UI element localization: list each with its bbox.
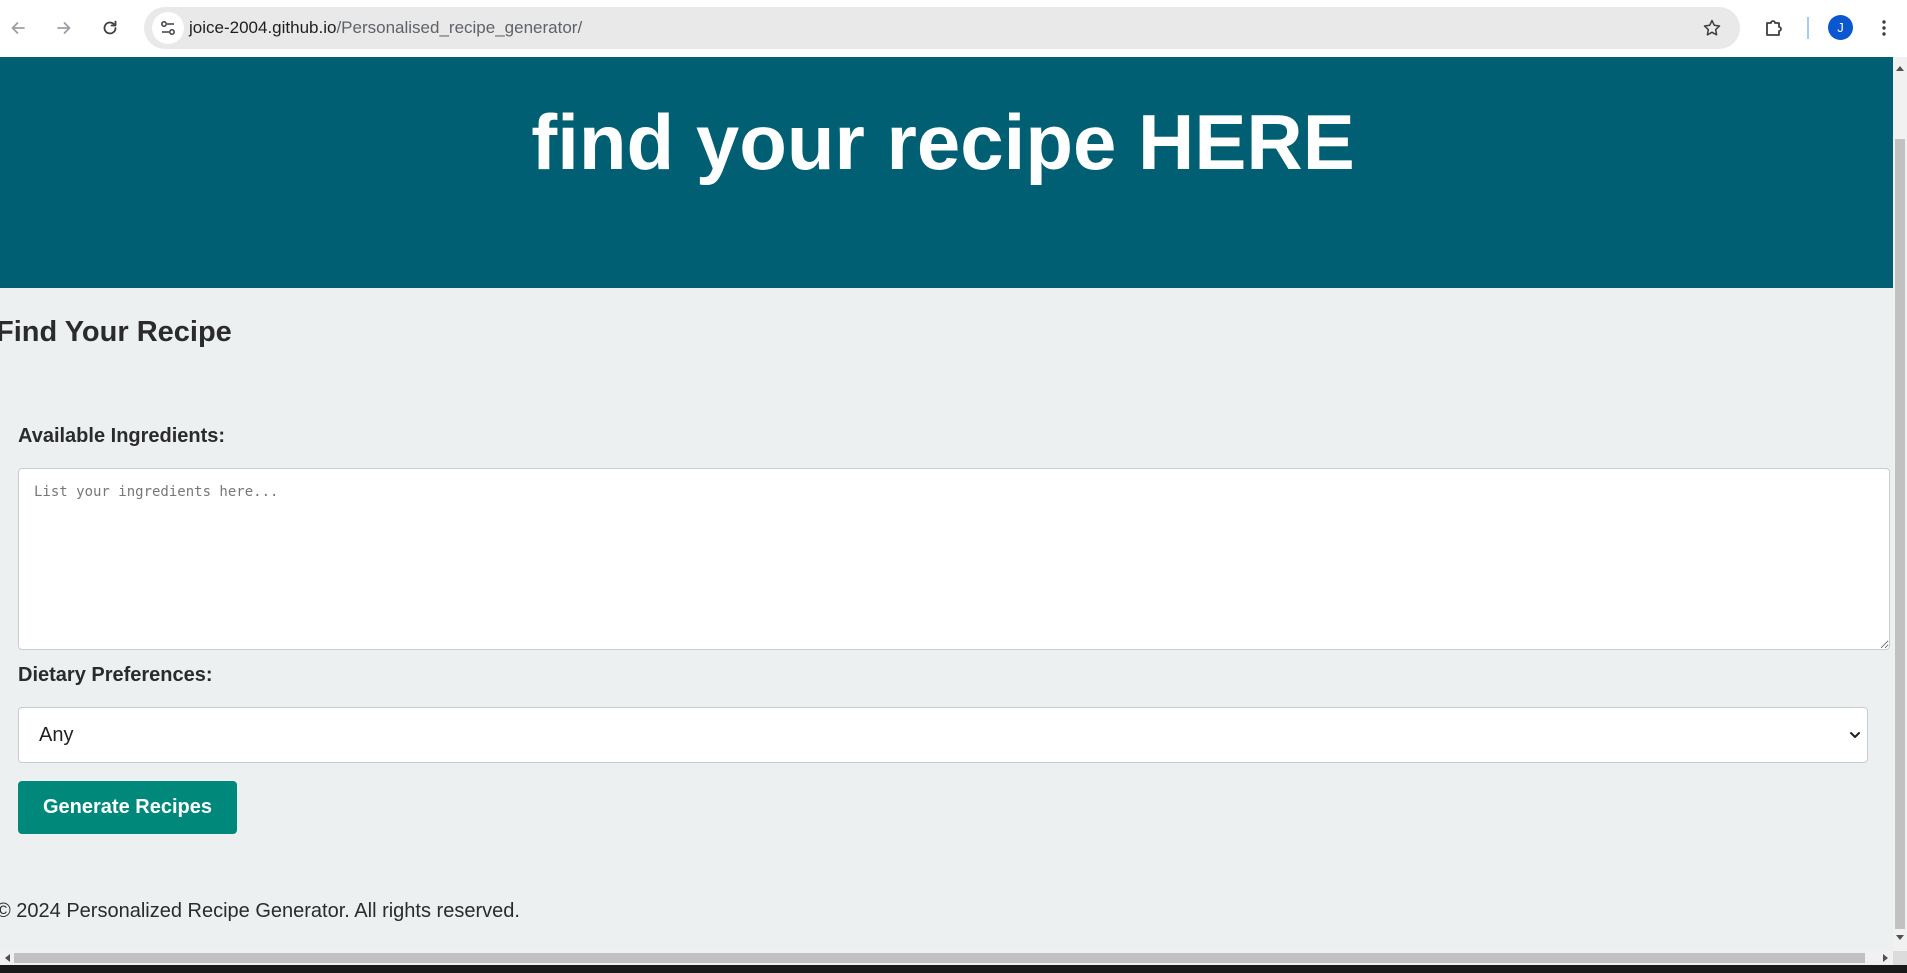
ingredients-textarea[interactable] [18, 468, 1890, 650]
scroll-up-arrow-icon[interactable] [1893, 61, 1907, 75]
reload-button[interactable] [96, 14, 124, 42]
browser-toolbar: joice-2004.github.io/Personalised_recipe… [0, 0, 1907, 57]
scroll-left-arrow-icon[interactable] [0, 951, 14, 965]
star-icon [1703, 19, 1721, 36]
dietary-selected-value: Any [39, 724, 74, 746]
footer-copyright: © 2024 Personalized Recipe Generator. Al… [0, 900, 520, 922]
reload-icon [103, 20, 117, 35]
hero-title: find your recipe HERE [531, 98, 1355, 186]
hero-banner: find your recipe HERE [0, 57, 1893, 288]
horizontal-scroll-thumb[interactable] [14, 953, 1865, 963]
toolbar-divider [1807, 17, 1809, 39]
dietary-label: Dietary Preferences: [18, 664, 213, 686]
kebab-menu-icon [1882, 20, 1886, 36]
tune-icon [161, 21, 175, 35]
window-bottom-edge [0, 965, 1907, 973]
forward-button[interactable] [50, 14, 78, 42]
page-content: find your recipe HERE Find Your Recipe A… [0, 57, 1893, 951]
url-path: /Personalised_recipe_generator/ [336, 18, 583, 37]
vertical-scrollbar[interactable] [1893, 57, 1907, 951]
section-title: Find Your Recipe [0, 316, 232, 348]
ingredients-label: Available Ingredients: [18, 425, 226, 447]
site-info-button[interactable] [152, 12, 184, 44]
vertical-scroll-thumb[interactable] [1895, 139, 1905, 929]
generate-recipes-button[interactable]: Generate Recipes [18, 781, 237, 834]
bookmark-button[interactable] [1700, 16, 1724, 40]
horizontal-scrollbar[interactable] [0, 951, 1893, 965]
puzzle-icon [1766, 20, 1782, 36]
scroll-right-arrow-icon[interactable] [1879, 951, 1893, 965]
url-text[interactable]: joice-2004.github.io/Personalised_recipe… [189, 7, 582, 49]
url-host: joice-2004.github.io [189, 18, 337, 37]
address-bar[interactable]: joice-2004.github.io/Personalised_recipe… [144, 7, 1740, 49]
scrollbar-corner [1893, 951, 1907, 965]
extensions-button[interactable] [1760, 14, 1788, 42]
back-button[interactable] [4, 14, 32, 42]
browser-window: joice-2004.github.io/Personalised_recipe… [0, 0, 1907, 973]
chevron-down-icon [1845, 725, 1865, 745]
profile-avatar[interactable]: J [1828, 15, 1853, 40]
arrow-left-icon [11, 22, 25, 34]
dietary-select[interactable]: Any [18, 707, 1868, 763]
arrow-right-icon [57, 22, 71, 34]
scroll-down-arrow-icon[interactable] [1893, 931, 1907, 945]
browser-menu-button[interactable] [1870, 14, 1898, 42]
